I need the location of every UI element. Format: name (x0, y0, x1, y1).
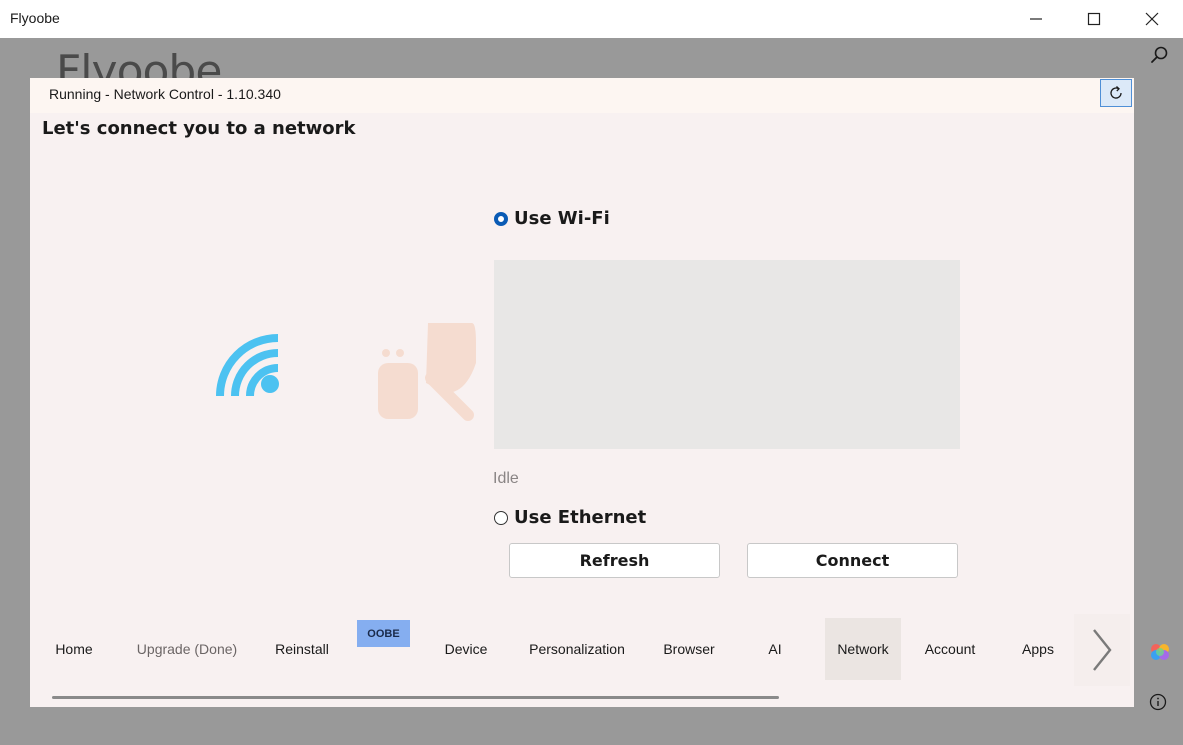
nav-item-upgrade[interactable]: Upgrade (Done) (125, 618, 249, 680)
window-title: Flyoobe (10, 10, 60, 26)
app-backdrop: Flyoobe Running - Network Control - 1.10… (0, 38, 1183, 745)
page-heading: Let's connect you to a network (42, 118, 356, 139)
nav-item-home[interactable]: Home (40, 618, 108, 680)
nav-item-personalization[interactable]: Personalization (517, 618, 637, 680)
info-icon (1149, 693, 1167, 711)
copilot-icon[interactable] (1148, 640, 1172, 664)
minimize-icon (1030, 18, 1042, 20)
nav-scrollbar-thumb[interactable] (52, 696, 779, 699)
connect-button[interactable]: Connect (747, 543, 958, 578)
status-bar: Running - Network Control - 1.10.340 (30, 78, 1134, 113)
info-button[interactable] (1148, 692, 1168, 712)
minimize-button[interactable] (1007, 0, 1065, 38)
use-ethernet-radio[interactable]: Use Ethernet (494, 507, 646, 528)
nav-next-button[interactable] (1074, 614, 1130, 686)
oobe-badge[interactable]: OOBE (357, 620, 410, 647)
search-button[interactable] (1146, 42, 1172, 68)
status-refresh-button[interactable] (1100, 79, 1132, 107)
wifi-state-text: Idle (493, 470, 519, 487)
nav-item-network[interactable]: Network (825, 618, 901, 680)
close-icon (1145, 12, 1159, 26)
refresh-button[interactable]: Refresh (509, 543, 720, 578)
refresh-icon (1110, 86, 1122, 99)
nav-item-browser[interactable]: Browser (652, 618, 726, 680)
use-wifi-label: Use Wi-Fi (514, 208, 610, 229)
maximize-icon (1087, 12, 1101, 26)
network-panel: Running - Network Control - 1.10.340 Let… (30, 78, 1134, 707)
nav-item-account[interactable]: Account (913, 618, 987, 680)
close-button[interactable] (1123, 0, 1181, 38)
nav-item-ai[interactable]: AI (742, 618, 808, 680)
ethernet-radio-indicator[interactable] (494, 510, 508, 525)
wifi-illustration-icon (216, 334, 279, 397)
chevron-right-icon (1093, 629, 1112, 671)
nav-item-apps[interactable]: Apps (1003, 618, 1073, 680)
use-ethernet-label: Use Ethernet (514, 507, 647, 528)
bottom-navigation: Home Upgrade (Done) Reinstall OOBE Devic… (30, 614, 1134, 686)
nav-item-device[interactable]: Device (432, 618, 500, 680)
maximize-button[interactable] (1065, 0, 1123, 38)
window-titlebar: Flyoobe (0, 0, 1183, 39)
wifi-network-list[interactable] (494, 260, 960, 449)
status-text: Running - Network Control - 1.10.340 (49, 86, 281, 102)
nav-scrollbar[interactable] (30, 686, 1134, 707)
nav-item-reinstall[interactable]: Reinstall (266, 618, 338, 680)
wifi-radio-indicator[interactable] (494, 211, 508, 226)
search-icon (1151, 46, 1168, 63)
use-wifi-radio[interactable]: Use Wi-Fi (494, 208, 610, 229)
